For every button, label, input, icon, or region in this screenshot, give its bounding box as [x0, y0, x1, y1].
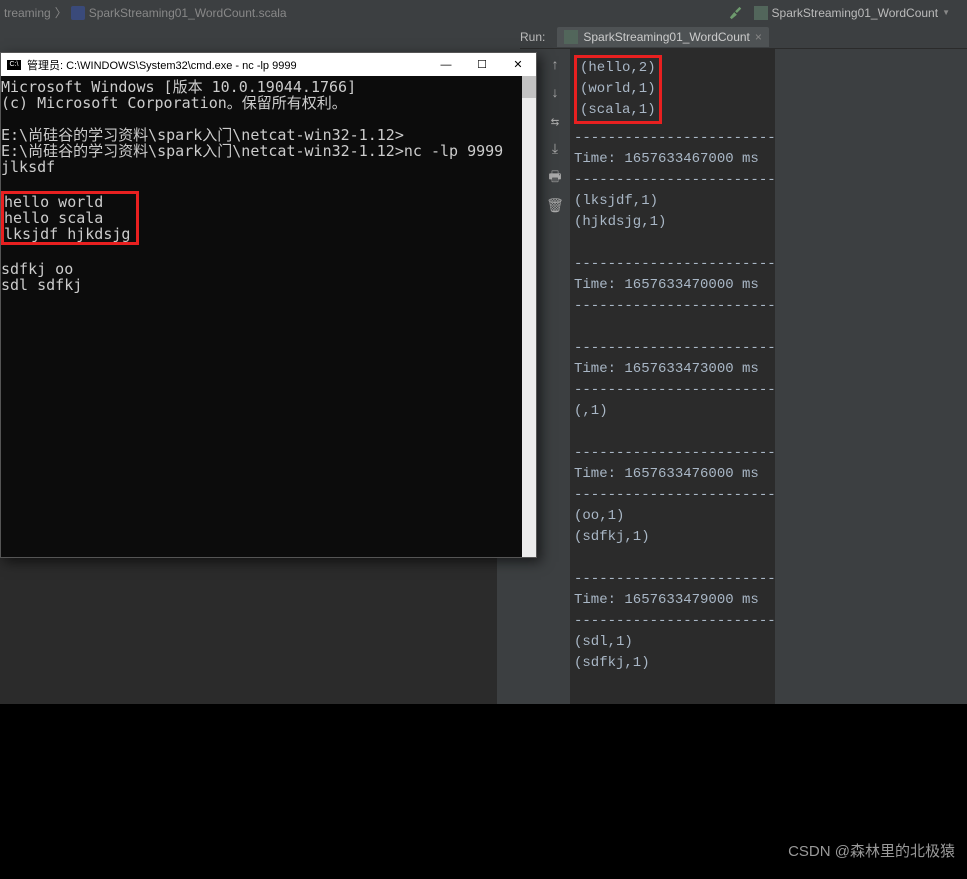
run-tab-name: SparkStreaming01_WordCount	[583, 30, 750, 44]
scala-file-icon	[71, 6, 85, 20]
run-config-name: SparkStreaming01_WordCount	[772, 6, 939, 20]
scroll-to-end-icon[interactable]: ⤓	[546, 141, 564, 159]
top-bar: treaming 〉 SparkStreaming01_WordCount.sc…	[0, 0, 967, 25]
breadcrumb-parent: treaming	[4, 6, 51, 20]
breadcrumb[interactable]: treaming 〉 SparkStreaming01_WordCount.sc…	[0, 4, 287, 21]
run-config-selector[interactable]: SparkStreaming01_WordCount ▼	[749, 5, 955, 21]
run-panel-label: Run:	[520, 30, 545, 44]
minimize-button[interactable]: —	[428, 53, 464, 76]
cmd-icon: C:\	[7, 60, 21, 70]
cmd-scroll-thumb[interactable]	[522, 76, 536, 98]
run-gutter: ↑ ↓ ⇆ ⤓ 🖶 🗑	[540, 49, 570, 704]
arrow-down-icon[interactable]: ↓	[546, 85, 564, 103]
maximize-button[interactable]: ☐	[464, 53, 500, 76]
editor-area[interactable]	[0, 558, 497, 704]
run-tab[interactable]: SparkStreaming01_WordCount ×	[557, 27, 769, 47]
arrow-up-icon[interactable]: ↑	[546, 57, 564, 75]
watermark: CSDN @森林里的北极猿	[788, 840, 955, 861]
trash-icon[interactable]: 🗑	[546, 197, 564, 215]
console-highlight: (hello,2) (world,1) (scala,1)	[574, 55, 662, 124]
cmd-highlight: hello world hello scala lksjdf hjkdsjg	[1, 191, 139, 245]
cmd-body[interactable]: Microsoft Windows [版本 10.0.19044.1766] (…	[1, 76, 522, 557]
cmd-line: E:\尚硅谷的学习资料\spark入门\netcat-win32-1.12>nc…	[1, 142, 503, 160]
run-config-icon	[754, 6, 768, 20]
breadcrumb-sep: 〉	[55, 4, 67, 21]
console-text: ------------------------- Time: 16576334…	[574, 130, 775, 671]
soft-wrap-icon[interactable]: ⇆	[546, 113, 564, 131]
cmd-scrollbar[interactable]	[522, 76, 536, 557]
tab-close-button[interactable]: ×	[755, 30, 762, 44]
run-panel-header: Run: SparkStreaming01_WordCount ×	[520, 25, 967, 49]
breadcrumb-file: SparkStreaming01_WordCount.scala	[89, 6, 287, 20]
cmd-line: (c) Microsoft Corporation。保留所有权利。	[1, 94, 347, 112]
build-icon[interactable]	[729, 6, 743, 20]
print-icon[interactable]: 🖶	[546, 169, 564, 187]
cmd-window: C:\ 管理员: C:\WINDOWS\System32\cmd.exe - n…	[0, 52, 537, 558]
close-button[interactable]: ✕	[500, 53, 536, 76]
console-output[interactable]: (hello,2) (world,1) (scala,1) ----------…	[570, 49, 775, 704]
run-tab-icon	[564, 30, 578, 44]
cmd-titlebar[interactable]: C:\ 管理员: C:\WINDOWS\System32\cmd.exe - n…	[1, 53, 536, 76]
cmd-line: sdl sdfkj	[1, 276, 82, 294]
cmd-window-buttons: — ☐ ✕	[428, 53, 536, 76]
cmd-line: jlksdf	[1, 158, 55, 176]
cmd-title: 管理员: C:\WINDOWS\System32\cmd.exe - nc -l…	[27, 57, 428, 73]
chevron-down-icon: ▼	[942, 8, 950, 17]
toolbar-right: SparkStreaming01_WordCount ▼	[729, 5, 955, 21]
